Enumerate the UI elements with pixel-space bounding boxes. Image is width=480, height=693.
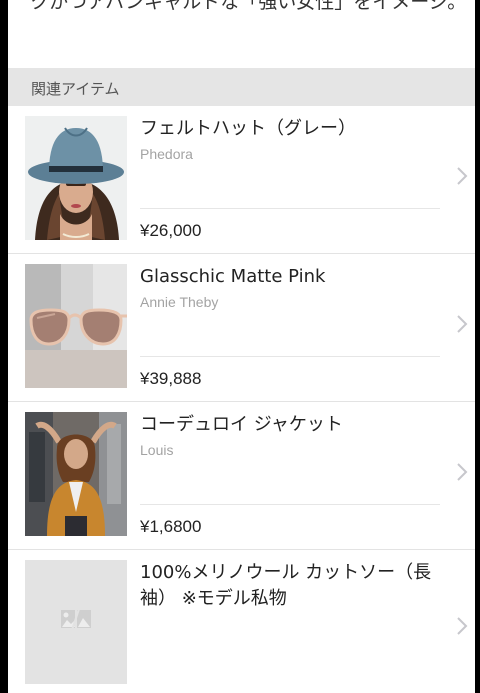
item-brand: Annie Theby xyxy=(140,294,219,310)
related-item-row[interactable]: Glasschic Matte Pink Annie Theby ¥39,888 xyxy=(8,254,475,402)
item-title: 100%メリノウール カットソー（長袖） ※モデル私物 xyxy=(140,562,432,609)
frame-border-right xyxy=(475,0,480,693)
hat-woman-photo xyxy=(25,116,127,240)
chevron-right-icon xyxy=(457,167,468,185)
related-item-row[interactable]: フェルトハット（グレー） Phedora ¥26,000 xyxy=(8,106,475,254)
sunglasses-photo xyxy=(25,264,127,388)
related-item-row[interactable]: 100%メリノウール カットソー（長袖） ※モデル私物 xyxy=(8,550,475,693)
divider xyxy=(140,504,440,505)
divider xyxy=(140,208,440,209)
jacket-woman-photo xyxy=(25,412,127,536)
related-item-row[interactable]: コーデュロイ ジャケット Louis ¥1,6800 xyxy=(8,402,475,550)
image-placeholder xyxy=(25,560,127,684)
description-text: クかつアバンギャルドな「強い女性」をイメージ。 xyxy=(30,0,467,13)
item-price: ¥1,6800 xyxy=(140,517,202,536)
chevron-right-icon xyxy=(457,315,468,333)
item-title: コーデュロイ ジャケット xyxy=(140,414,343,435)
item-brand: Louis xyxy=(140,442,174,458)
chevron-right-icon xyxy=(457,617,468,635)
item-title: フェルトハット（グレー） xyxy=(140,118,356,139)
item-price: ¥26,000 xyxy=(140,221,202,240)
divider xyxy=(140,356,440,357)
item-title: Glasschic Matte Pink xyxy=(140,266,326,287)
frame-border-left xyxy=(0,0,8,693)
image-placeholder-icon xyxy=(25,560,127,684)
section-header: 関連アイテム xyxy=(8,68,475,106)
item-brand: Phedora xyxy=(140,146,193,162)
item-price: ¥39,888 xyxy=(140,369,202,388)
section-header-label: 関連アイテム xyxy=(31,80,120,98)
chevron-right-icon xyxy=(457,463,468,481)
related-items-screen: クかつアバンギャルドな「強い女性」をイメージ。 関連アイテム フェルトハット（グ… xyxy=(0,0,480,693)
